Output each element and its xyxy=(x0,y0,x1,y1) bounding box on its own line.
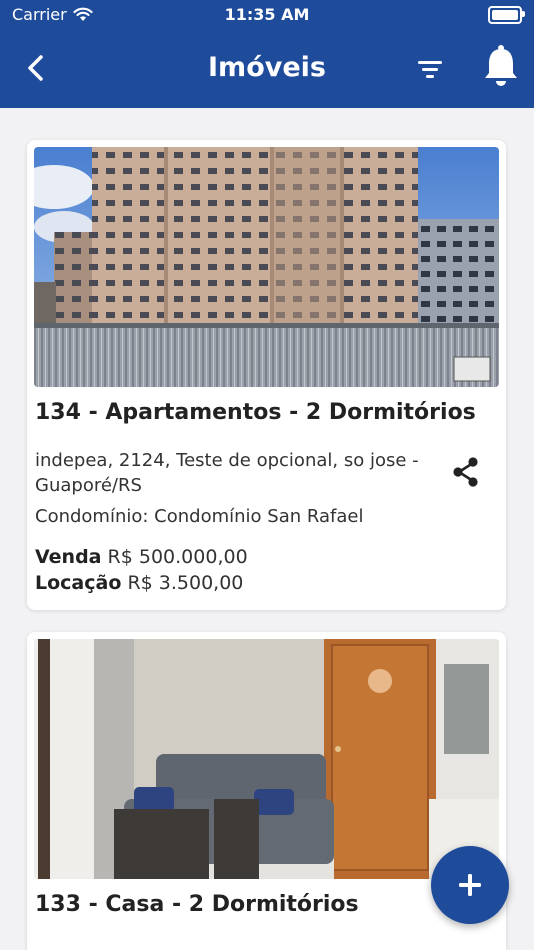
listing-list: 134 - Apartamentos - 2 Dormitórios indep… xyxy=(0,108,534,950)
listing-condominium: Condomínio: Condomínio San Rafael xyxy=(35,506,364,527)
listing-photo xyxy=(34,639,499,879)
listing-title: 134 - Apartamentos - 2 Dormitórios xyxy=(35,400,476,425)
listing-card[interactable]: 134 - Apartamentos - 2 Dormitórios indep… xyxy=(27,140,506,610)
rent-price: R$ 3.500,00 xyxy=(127,572,244,594)
share-button[interactable] xyxy=(451,456,481,488)
filter-button[interactable] xyxy=(414,54,446,84)
plus-icon xyxy=(459,874,481,896)
listing-photo xyxy=(34,147,499,387)
nav-bar: Imóveis xyxy=(0,30,534,108)
sale-label: Venda xyxy=(35,546,102,568)
sale-price-row: Venda R$ 500.000,00 xyxy=(35,546,248,568)
page-title: Imóveis xyxy=(208,52,326,83)
add-listing-button[interactable] xyxy=(431,846,509,924)
filter-icon xyxy=(418,61,442,78)
battery-icon xyxy=(488,6,525,24)
share-icon xyxy=(453,457,478,487)
rent-label: Locação xyxy=(35,572,122,594)
status-bar: Carrier 11:35 AM xyxy=(0,0,534,30)
sale-price: R$ 500.000,00 xyxy=(107,546,248,568)
rent-price-row: Locação R$ 3.500,00 xyxy=(35,572,243,594)
bell-icon xyxy=(485,45,517,86)
notifications-button[interactable] xyxy=(480,42,522,88)
app-header: Carrier 11:35 AM Imóveis xyxy=(0,0,534,108)
listing-address: indepea, 2124, Teste de opcional, so jos… xyxy=(35,450,419,496)
status-time: 11:35 AM xyxy=(224,5,310,24)
listing-title: 133 - Casa - 2 Dormitórios xyxy=(35,892,359,917)
